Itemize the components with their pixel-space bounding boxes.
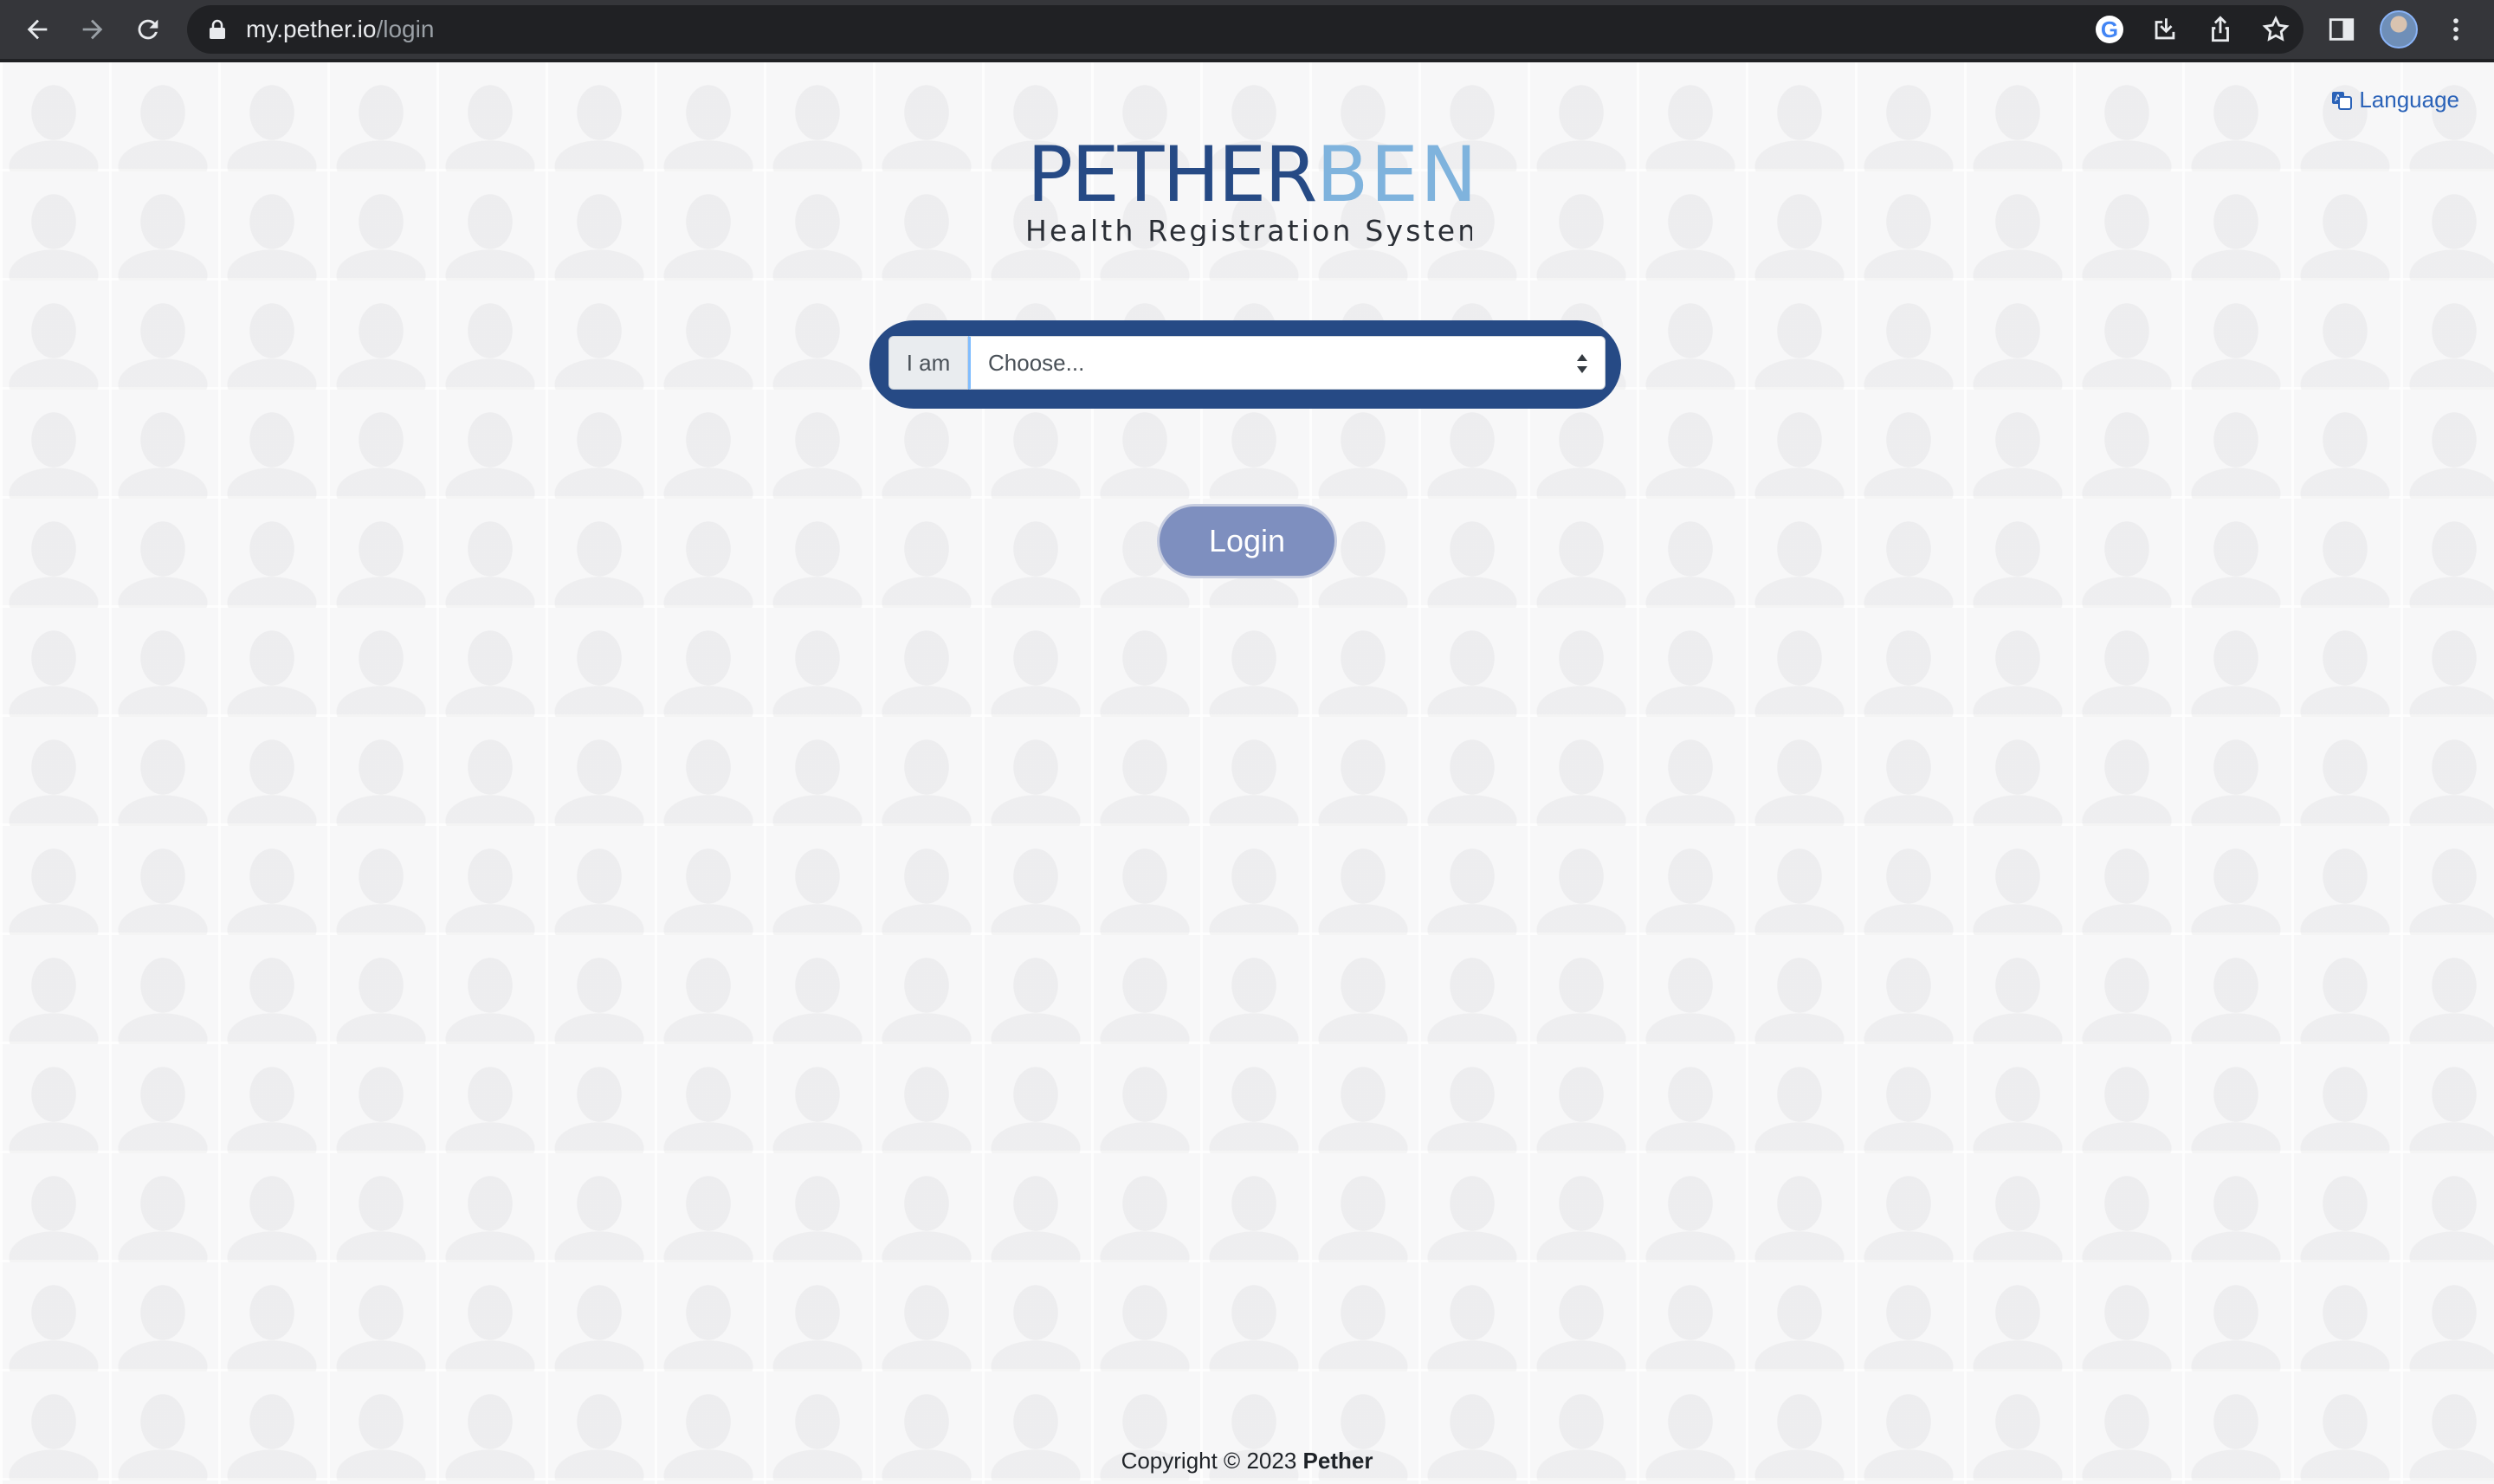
pether-ben-logo: PETHER BEN Health Registration System <box>1025 133 1472 246</box>
copyright-text: Copyright © 2023 <box>1121 1448 1297 1474</box>
role-select[interactable]: Choose... <box>968 336 1606 390</box>
arrow-right-icon <box>82 19 103 40</box>
back-button[interactable] <box>16 9 59 50</box>
role-input-group: I am Choose... <box>888 336 1606 390</box>
logo-tagline: Health Registration System <box>1025 214 1472 246</box>
lock-icon <box>210 19 225 39</box>
select-arrows-icon <box>1577 354 1587 373</box>
arrow-left-icon <box>27 19 48 40</box>
url-host: my.pether.io <box>246 16 377 42</box>
avatar <box>2380 10 2418 48</box>
reload-icon <box>138 19 158 40</box>
footer: Copyright © 2023 Pether <box>0 1448 2494 1474</box>
logo-brand-right: BEN <box>1316 133 1472 219</box>
menu-button[interactable] <box>2437 10 2475 48</box>
share-button[interactable] <box>2201 10 2239 48</box>
star-icon <box>2262 15 2290 42</box>
forward-button[interactable] <box>71 9 114 50</box>
browser-toolbar: my.pether.io/login G <box>0 0 2494 62</box>
side-panel-icon <box>2329 18 2355 41</box>
language-label: Language <box>2359 87 2459 113</box>
logo-brand-left: PETHER <box>1027 133 1315 219</box>
language-link[interactable]: A Language <box>2331 87 2459 113</box>
google-lens-button[interactable]: G <box>2090 10 2129 48</box>
more-vert-icon <box>2453 18 2458 41</box>
reload-button[interactable] <box>126 9 170 50</box>
login-page: A Language PETHER BEN Health Registratio… <box>0 62 2494 1484</box>
install-app-button[interactable] <box>2146 10 2184 48</box>
side-panel-button[interactable] <box>2323 10 2361 48</box>
google-icon: G <box>2096 16 2123 43</box>
install-icon <box>2155 18 2175 40</box>
role-prefix-label: I am <box>888 336 968 390</box>
company-name: Pether <box>1302 1448 1373 1474</box>
address-bar[interactable]: my.pether.io/login <box>187 5 2303 54</box>
login-button[interactable]: Login <box>1157 504 1337 578</box>
bookmark-button[interactable] <box>2257 10 2295 48</box>
share-icon <box>2212 16 2229 42</box>
role-select-value: Choose... <box>988 349 1085 376</box>
translate-icon: A <box>2332 91 2353 110</box>
url-path: /login <box>376 16 435 42</box>
url-text: my.pether.io/login <box>246 15 434 44</box>
role-select-container: I am Choose... <box>869 320 1621 409</box>
profile-button[interactable] <box>2380 10 2418 48</box>
